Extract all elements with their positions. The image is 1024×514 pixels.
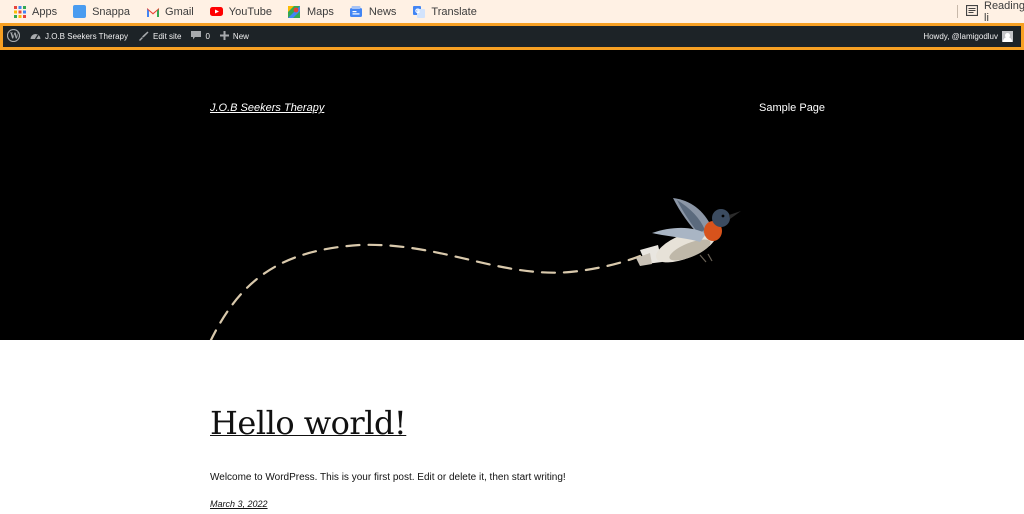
comment-bubble-icon xyxy=(191,31,202,42)
bookmark-news[interactable]: News xyxy=(350,0,397,23)
comments-button[interactable]: 0 xyxy=(186,26,214,47)
comments-count: 0 xyxy=(205,32,210,41)
dashboard-icon xyxy=(30,31,41,42)
brush-icon xyxy=(138,31,149,43)
dashed-flight-path xyxy=(209,243,642,340)
svg-text:G: G xyxy=(415,8,420,15)
bird-icon xyxy=(636,198,741,266)
wordpress-logo-button[interactable]: W xyxy=(3,26,25,47)
my-account-button[interactable]: Howdy, @lamigodluv xyxy=(923,26,1013,47)
hero-header: J.O.B Seekers Therapy Sample Page xyxy=(0,50,1024,340)
bookmark-label: News xyxy=(368,5,397,18)
new-content-label: New xyxy=(232,32,249,41)
bookmarks-bar: Apps Snappa Gmail YouTube Maps News G Tr… xyxy=(0,0,1024,24)
apps-grid-icon xyxy=(13,5,26,18)
post-excerpt: Welcome to WordPress. This is your first… xyxy=(210,472,566,483)
edit-site-button[interactable]: Edit site xyxy=(133,26,186,47)
bookmark-label: Apps xyxy=(32,5,58,18)
howdy-label: Howdy, @lamigodluv xyxy=(923,32,998,41)
admin-bar-highlight: W J.O.B Seekers Therapy Edit site 0 New … xyxy=(0,23,1024,50)
bookmark-label: YouTube xyxy=(228,5,272,18)
post-date-link[interactable]: March 3, 2022 xyxy=(210,499,268,509)
edit-site-label: Edit site xyxy=(153,32,182,41)
translate-icon: G xyxy=(412,5,425,18)
bookmark-label: Gmail xyxy=(165,5,194,18)
bookmark-apps[interactable]: Apps xyxy=(13,0,57,23)
bookmark-youtube[interactable]: YouTube xyxy=(209,0,272,23)
wordpress-logo-icon: W xyxy=(6,28,21,44)
bookmark-translate[interactable]: G Translate xyxy=(412,0,477,23)
reading-list-label: Reading li xyxy=(984,0,1024,24)
svg-text:W: W xyxy=(9,31,20,41)
avatar xyxy=(1002,31,1013,42)
bookmark-label: Maps xyxy=(306,5,334,18)
post-title-link[interactable]: Hello world! xyxy=(210,404,407,442)
snappa-icon xyxy=(73,5,87,18)
youtube-icon xyxy=(209,5,223,18)
bookmark-label: Snappa xyxy=(92,5,131,18)
bookmark-label: Translate xyxy=(431,5,477,18)
admin-site-name-label: J.O.B Seekers Therapy xyxy=(45,32,128,41)
bookmark-maps[interactable]: Maps xyxy=(288,0,334,23)
admin-site-name[interactable]: J.O.B Seekers Therapy xyxy=(25,26,133,47)
reading-list-button[interactable]: Reading li xyxy=(965,0,1024,24)
new-content-button[interactable]: New xyxy=(215,26,254,47)
reading-list-icon xyxy=(965,4,979,19)
gmail-icon xyxy=(146,5,159,18)
bookmark-gmail[interactable]: Gmail xyxy=(146,0,194,23)
plus-icon xyxy=(219,31,229,42)
news-icon xyxy=(350,5,363,18)
bookmark-snappa[interactable]: Snappa xyxy=(73,0,130,23)
maps-icon xyxy=(288,5,301,18)
admin-bar: W J.O.B Seekers Therapy Edit site 0 New … xyxy=(3,26,1021,47)
bird-illustration xyxy=(209,198,741,340)
bookmarks-divider xyxy=(957,5,958,18)
